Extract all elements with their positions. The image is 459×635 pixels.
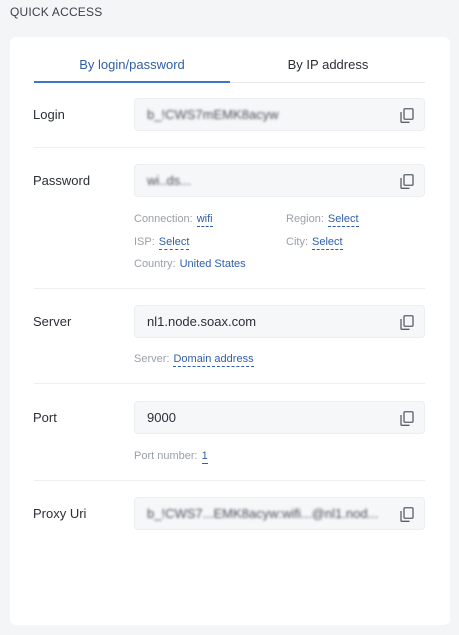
- password-label: Password: [33, 173, 91, 188]
- copy-icon[interactable]: [400, 174, 414, 189]
- isp-label: ISP:: [134, 236, 155, 248]
- port-value: 9000: [147, 410, 176, 425]
- connection-select[interactable]: wifi: [196, 213, 213, 227]
- active-tab-indicator: [34, 81, 230, 83]
- tab-login-password[interactable]: By login/password: [34, 54, 230, 82]
- isp-select[interactable]: Select: [158, 236, 190, 250]
- city-filter: City: Select: [286, 236, 343, 250]
- server-field[interactable]: nl1.node.soax.com: [134, 305, 425, 338]
- divider: [34, 147, 425, 148]
- region-select[interactable]: Select: [327, 213, 359, 227]
- server-label: Server: [33, 314, 72, 329]
- copy-icon[interactable]: [400, 108, 414, 123]
- country-filter: Country: United States: [134, 258, 246, 270]
- connection-label: Connection:: [134, 213, 193, 225]
- proxy-uri-field[interactable]: b_!CWS7...EMK8acyw:wifi...@nl1.nod...: [134, 497, 425, 530]
- country-select[interactable]: United States: [180, 258, 246, 270]
- port-number: Port number: 1: [134, 450, 208, 464]
- divider: [34, 480, 425, 481]
- city-label: City:: [286, 236, 308, 248]
- connection-filter: Connection: wifi: [134, 213, 213, 227]
- port-number-select[interactable]: 1: [201, 450, 208, 464]
- proxy-uri-value: b_!CWS7...EMK8acyw:wifi...@nl1.nod...: [147, 506, 379, 521]
- server-type-label: Server:: [134, 353, 170, 365]
- login-label: Login: [33, 107, 65, 122]
- server-type: Server: Domain address: [134, 353, 254, 367]
- server-value: nl1.node.soax.com: [147, 314, 257, 329]
- copy-icon[interactable]: [400, 411, 414, 426]
- isp-filter: ISP: Select: [134, 236, 190, 250]
- port-field[interactable]: 9000: [134, 401, 425, 434]
- copy-icon[interactable]: [400, 507, 414, 522]
- password-value: wi..ds...: [147, 173, 192, 188]
- password-field[interactable]: wi..ds...: [134, 164, 425, 197]
- region-filter: Region: Select: [286, 213, 359, 227]
- proxy-uri-label: Proxy Uri: [33, 506, 87, 521]
- tab-ip-address[interactable]: By IP address: [230, 54, 426, 82]
- server-type-select[interactable]: Domain address: [173, 353, 254, 367]
- divider: [34, 288, 425, 289]
- city-select[interactable]: Select: [312, 236, 343, 250]
- region-label: Region:: [286, 213, 324, 225]
- port-label: Port: [33, 410, 57, 425]
- login-field[interactable]: b_!CWS7mEMK8acyw: [134, 98, 425, 131]
- quick-access-card: By login/password By IP address Login b_…: [10, 37, 450, 625]
- port-number-label: Port number:: [134, 450, 198, 462]
- country-label: Country:: [134, 258, 176, 270]
- section-title: QUICK ACCESS: [10, 5, 103, 19]
- tab-bar: By login/password By IP address: [34, 54, 425, 83]
- divider: [34, 383, 425, 384]
- copy-icon[interactable]: [400, 315, 414, 330]
- login-value: b_!CWS7mEMK8acyw: [147, 107, 279, 122]
